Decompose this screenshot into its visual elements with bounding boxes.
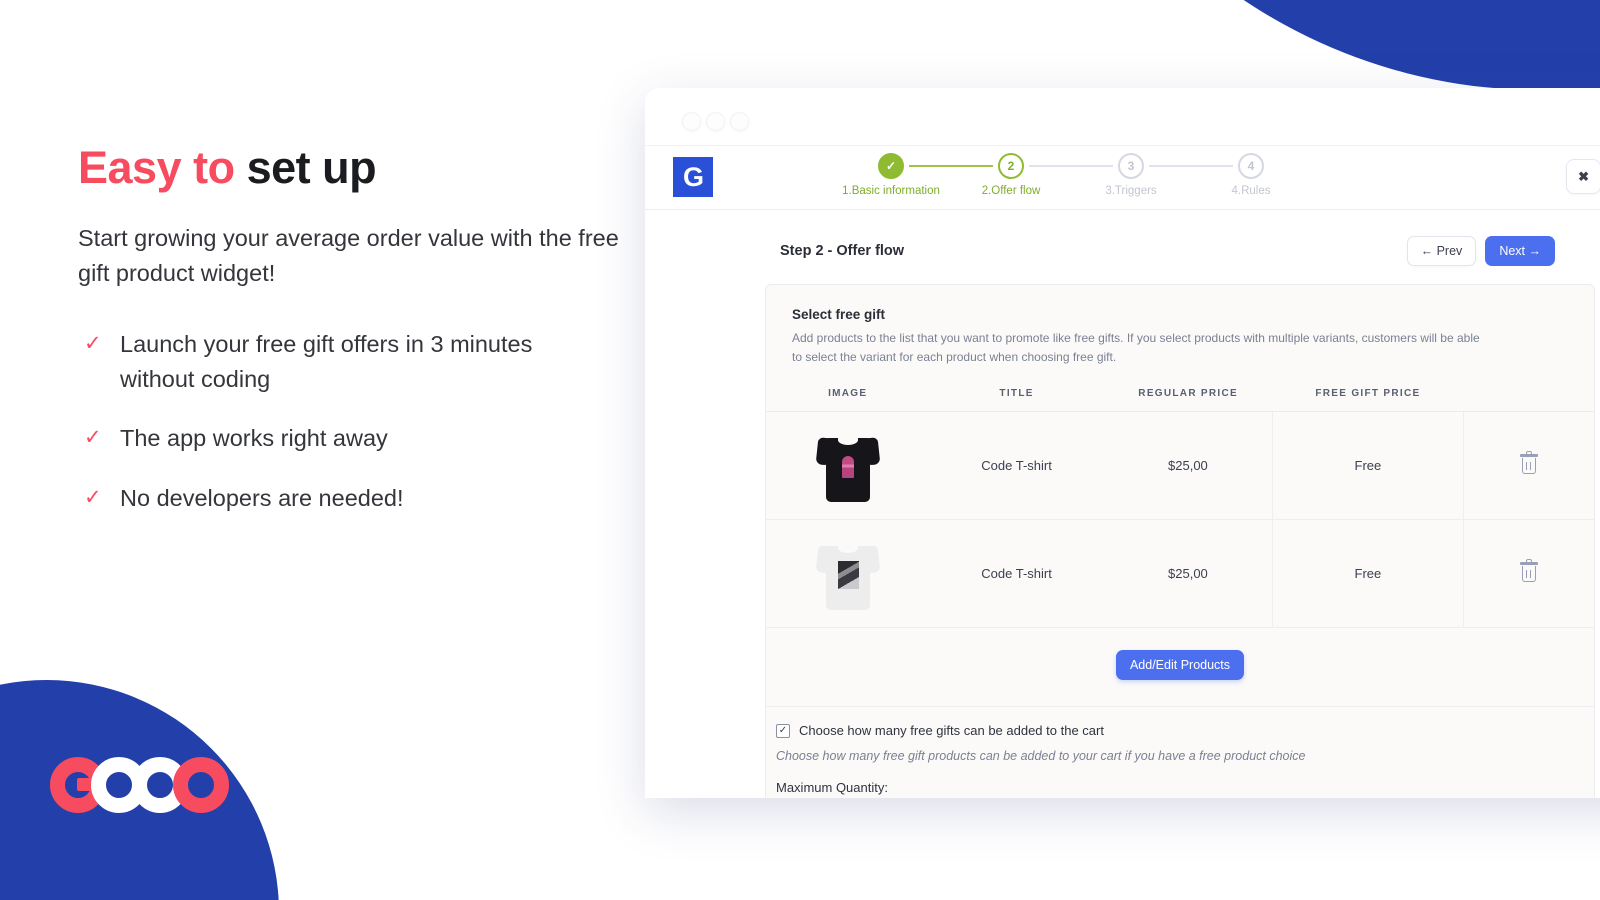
page-title: Easy to set up [78, 142, 638, 193]
list-item: ✓ The app works right away [78, 421, 638, 456]
tshirt-collar [837, 542, 858, 553]
column-header-regular-price: REGULAR PRICE [1103, 384, 1273, 413]
subheadline: Start growing your average order value w… [78, 225, 619, 286]
step-2-label: 2.Offer flow [981, 185, 1041, 197]
check-icon: ✓ [84, 485, 102, 509]
marketing-column: Easy to set up Start growing your averag… [78, 142, 638, 515]
row-2-free-gift-price: Free [1272, 519, 1464, 629]
row-2-delete-cell [1462, 519, 1594, 629]
tshirt-graphic [841, 455, 854, 478]
table-body: Code T-shirt $25,00 Free Code T-shirt $2… [766, 411, 1594, 629]
column-header-title: TITLE [929, 384, 1104, 413]
column-header-free-gift-price: FREE GIFT PRICE [1272, 384, 1464, 413]
step-toolbar: Step 2 - Offer flow ← Prev Next → [645, 210, 1600, 284]
step-connector-2 [1029, 165, 1113, 167]
checkbox-label: Choose how many free gifts can be added … [799, 723, 1104, 739]
row-1-regular-price: $25,00 [1103, 411, 1273, 521]
list-item: ✓ Launch your free gift offers in 3 minu… [78, 327, 638, 396]
row-1-free-gift-price: Free [1272, 411, 1464, 521]
decorative-blue-shape-top [996, 0, 1600, 90]
column-header-image: IMAGE [766, 384, 930, 413]
step-connector-1 [909, 165, 993, 167]
step-3-circle-icon: 3 [1118, 153, 1144, 179]
logo-ring-o3 [173, 757, 229, 813]
headline-rest: set up [246, 142, 377, 193]
step-heading: Step 2 - Offer flow [780, 243, 905, 259]
next-button[interactable]: Next → [1485, 236, 1555, 266]
tshirt-collar [837, 434, 858, 445]
benefit-list: ✓ Launch your free gift offers in 3 minu… [78, 327, 638, 515]
list-item: ✓ No developers are needed! [78, 481, 638, 516]
window-close-dot-icon[interactable] [683, 113, 700, 130]
step-basic-information[interactable]: ✓ 1.Basic information [842, 153, 940, 197]
table-header-row: IMAGE TITLE REGULAR PRICE FREE GIFT PRIC… [766, 384, 1594, 413]
headline-accent: Easy to [78, 142, 247, 193]
table-row: Code T-shirt $25,00 Free [766, 411, 1594, 521]
step-1-label: 1.Basic information [842, 185, 940, 197]
step-2-circle-icon: 2 [998, 153, 1024, 179]
gooo-logo [50, 757, 240, 813]
close-icon[interactable]: ✖ [1566, 159, 1600, 194]
list-item-label: No developers are needed! [120, 484, 404, 511]
row-2-regular-price: $25,00 [1103, 519, 1273, 629]
free-gift-products-table: IMAGE TITLE REGULAR PRICE FREE GIFT PRIC… [766, 384, 1594, 629]
list-item-label: The app works right away [120, 425, 388, 452]
column-header-actions [1463, 384, 1594, 413]
check-icon: ✓ [84, 331, 102, 355]
window-minimize-dot-icon[interactable] [707, 113, 724, 130]
black-tshirt-thumbnail [815, 430, 881, 502]
row-1-delete-cell [1462, 411, 1594, 521]
wizard-stepper: ✓ 1.Basic information 2 2.Offer flow 3 3… [842, 153, 1271, 197]
wizard-nav: ← Prev Next → [1406, 236, 1555, 266]
row-1-title: Code T-shirt [929, 411, 1104, 521]
table-header: IMAGE TITLE REGULAR PRICE FREE GIFT PRIC… [766, 384, 1594, 413]
check-icon: ✓ [84, 426, 102, 450]
checkbox-icon[interactable]: ✓ [776, 723, 790, 738]
white-tshirt-thumbnail [815, 538, 881, 610]
free-gift-quantity-toggle[interactable]: ✓ Choose how many free gifts can be adde… [776, 723, 1594, 738]
header-actions: ✖ Publish [1566, 158, 1600, 195]
add-products-row: Add/Edit Products [766, 628, 1594, 708]
tshirt-graphic [837, 560, 859, 589]
row-1-image-cell [766, 411, 930, 521]
row-2-image-cell [766, 519, 930, 629]
app-content: Step 2 - Offer flow ← Prev Next → Select… [645, 210, 1600, 798]
trash-icon[interactable] [1519, 559, 1538, 583]
step-offer-flow[interactable]: 2 2.Offer flow [982, 153, 1040, 197]
table-row: Code T-shirt $25,00 Free [766, 519, 1594, 629]
step-4-label: 4.Rules [1231, 185, 1271, 197]
app-logo[interactable]: G [673, 157, 713, 197]
maximum-quantity-label: Maximum Quantity: [776, 780, 888, 796]
row-2-title: Code T-shirt [929, 519, 1104, 629]
promo-screenshot: Easy to set up Start growing your averag… [0, 0, 1600, 900]
step-3-label: 3.Triggers [1105, 185, 1157, 197]
panel-title: Select free gift [792, 307, 886, 322]
panel-description: Add products to the list that you want t… [792, 331, 1480, 364]
app-header: G ✓ 1.Basic information 2 2.Offer flow 3… [645, 146, 1600, 210]
window-maximize-dot-icon[interactable] [731, 113, 748, 130]
select-free-gift-panel: Select free gift Add products to the lis… [765, 284, 1595, 798]
browser-window-mockup: G ✓ 1.Basic information 2 2.Offer flow 3… [645, 88, 1600, 798]
step-connector-3 [1149, 165, 1233, 167]
step-4-circle-icon: 4 [1238, 153, 1264, 179]
trash-icon[interactable] [1519, 451, 1538, 475]
browser-titlebar [645, 88, 1600, 146]
add-edit-products-button[interactable]: Add/Edit Products [1115, 650, 1245, 681]
step-1-circle-icon: ✓ [878, 153, 904, 179]
prev-button[interactable]: ← Prev [1406, 236, 1477, 266]
quantity-options: ✓ Choose how many free gifts can be adde… [766, 707, 1594, 798]
step-triggers[interactable]: 3 3.Triggers [1105, 153, 1157, 197]
step-rules[interactable]: 4 4.Rules [1232, 153, 1271, 197]
option-hint: Choose how many free gift products can b… [776, 749, 1306, 764]
panel-header: Select free gift Add products to the lis… [766, 307, 1594, 366]
list-item-label: Launch your free gift offers in 3 minute… [120, 330, 533, 392]
